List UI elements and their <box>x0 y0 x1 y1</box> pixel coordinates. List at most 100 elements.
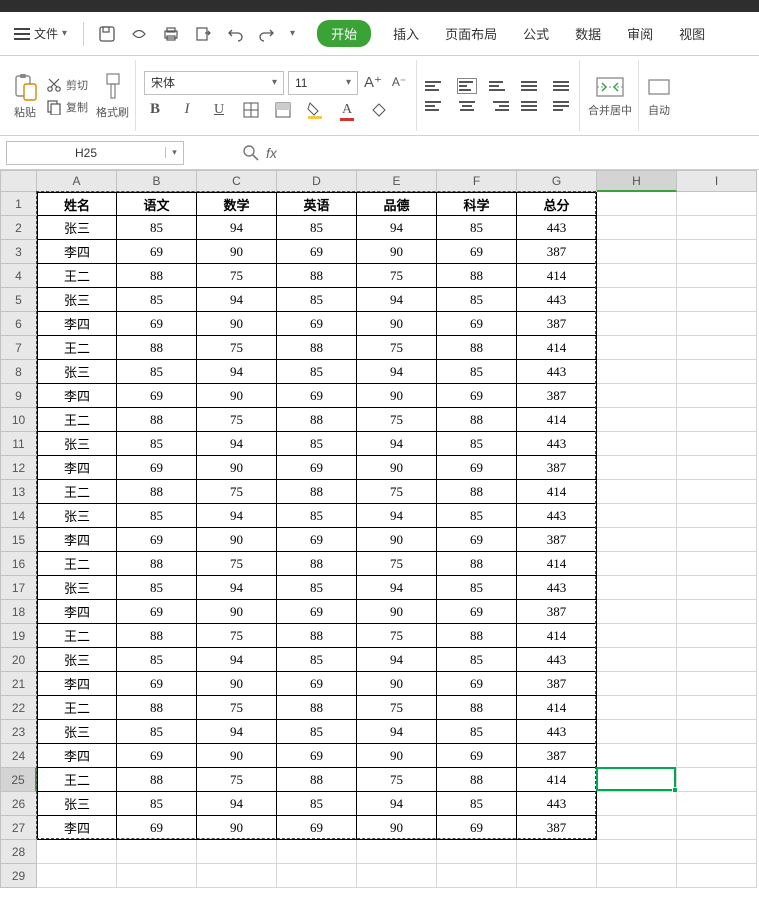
cell[interactable]: 英语 <box>277 192 357 216</box>
font-color-button[interactable]: A <box>336 99 358 121</box>
cell[interactable]: 414 <box>517 480 597 504</box>
ribbon-tab-5[interactable]: 审阅 <box>623 20 657 47</box>
cell[interactable]: 94 <box>357 216 437 240</box>
column-header-F[interactable]: F <box>437 170 517 192</box>
cell[interactable] <box>677 288 757 312</box>
ribbon-tab-2[interactable]: 页面布局 <box>441 20 501 47</box>
cell[interactable] <box>117 840 197 864</box>
cell[interactable]: 90 <box>357 744 437 768</box>
cell[interactable] <box>677 864 757 888</box>
row-header-9[interactable]: 9 <box>0 384 37 408</box>
cell[interactable]: 85 <box>277 216 357 240</box>
column-header-H[interactable]: H <box>597 170 677 192</box>
cell[interactable]: 69 <box>117 456 197 480</box>
cell[interactable]: 88 <box>117 624 197 648</box>
cell[interactable] <box>597 456 677 480</box>
cell[interactable]: 88 <box>437 264 517 288</box>
cell[interactable] <box>677 720 757 744</box>
cell[interactable]: 85 <box>437 576 517 600</box>
cell[interactable]: 94 <box>357 576 437 600</box>
cell[interactable]: 88 <box>437 336 517 360</box>
cell[interactable] <box>597 504 677 528</box>
cell[interactable]: 语文 <box>117 192 197 216</box>
row-header-29[interactable]: 29 <box>0 864 37 888</box>
cell[interactable]: 90 <box>197 456 277 480</box>
cell[interactable]: 90 <box>357 600 437 624</box>
fx-label[interactable]: fx <box>266 145 277 161</box>
row-header-8[interactable]: 8 <box>0 360 37 384</box>
cell[interactable]: 414 <box>517 264 597 288</box>
cell[interactable]: 88 <box>117 264 197 288</box>
cell[interactable]: 69 <box>277 312 357 336</box>
cell[interactable]: 张三 <box>37 648 117 672</box>
cell[interactable]: 69 <box>277 816 357 840</box>
cell[interactable]: 414 <box>517 696 597 720</box>
cell[interactable]: 69 <box>277 744 357 768</box>
cell[interactable] <box>597 696 677 720</box>
cell[interactable]: 王二 <box>37 624 117 648</box>
cell[interactable]: 88 <box>117 696 197 720</box>
cell[interactable]: 85 <box>437 432 517 456</box>
cell[interactable]: 75 <box>357 408 437 432</box>
cell[interactable]: 69 <box>117 312 197 336</box>
cell[interactable]: 387 <box>517 672 597 696</box>
cell[interactable]: 94 <box>197 360 277 384</box>
cell[interactable]: 75 <box>357 336 437 360</box>
cell[interactable]: 414 <box>517 624 597 648</box>
align-top-icon[interactable] <box>425 78 445 94</box>
cell[interactable]: 张三 <box>37 288 117 312</box>
cell[interactable]: 88 <box>437 696 517 720</box>
cell[interactable] <box>597 216 677 240</box>
row-header-19[interactable]: 19 <box>0 624 37 648</box>
cell[interactable]: 张三 <box>37 792 117 816</box>
cell[interactable]: 张三 <box>37 720 117 744</box>
align-bottom-icon[interactable] <box>489 78 509 94</box>
cell[interactable]: 443 <box>517 432 597 456</box>
align-center-icon[interactable] <box>457 98 477 114</box>
cell[interactable]: 王二 <box>37 480 117 504</box>
cell[interactable]: 85 <box>277 288 357 312</box>
cell[interactable] <box>357 840 437 864</box>
row-header-7[interactable]: 7 <box>0 336 37 360</box>
cell[interactable]: 414 <box>517 408 597 432</box>
cell[interactable]: 94 <box>357 720 437 744</box>
cell[interactable]: 75 <box>197 480 277 504</box>
cell[interactable]: 85 <box>117 432 197 456</box>
print-icon[interactable] <box>162 25 180 43</box>
cell[interactable] <box>437 864 517 888</box>
row-header-24[interactable]: 24 <box>0 744 37 768</box>
cell[interactable] <box>597 816 677 840</box>
row-header-21[interactable]: 21 <box>0 672 37 696</box>
file-menu-button[interactable]: 文件 ▾ <box>6 21 75 46</box>
cell[interactable]: 443 <box>517 792 597 816</box>
cell[interactable]: 88 <box>117 768 197 792</box>
row-header-4[interactable]: 4 <box>0 264 37 288</box>
row-header-16[interactable]: 16 <box>0 552 37 576</box>
cell[interactable] <box>357 864 437 888</box>
cell[interactable]: 443 <box>517 216 597 240</box>
cell[interactable] <box>677 600 757 624</box>
select-all-corner[interactable] <box>0 170 37 192</box>
cell[interactable]: 75 <box>197 336 277 360</box>
cell[interactable] <box>677 840 757 864</box>
cell[interactable]: 85 <box>117 504 197 528</box>
cell[interactable]: 90 <box>357 312 437 336</box>
cell[interactable]: 王二 <box>37 768 117 792</box>
row-header-12[interactable]: 12 <box>0 456 37 480</box>
row-header-11[interactable]: 11 <box>0 432 37 456</box>
cell[interactable] <box>677 336 757 360</box>
redo-icon[interactable] <box>258 25 276 43</box>
cell[interactable]: 75 <box>357 624 437 648</box>
cell[interactable]: 85 <box>117 360 197 384</box>
cell[interactable] <box>437 840 517 864</box>
cell[interactable]: 王二 <box>37 336 117 360</box>
cell[interactable]: 90 <box>357 456 437 480</box>
cell[interactable] <box>597 600 677 624</box>
decrease-font-icon[interactable]: A⁻ <box>388 71 410 93</box>
cell[interactable]: 94 <box>357 504 437 528</box>
cell[interactable]: 75 <box>357 768 437 792</box>
export-icon[interactable] <box>194 25 212 43</box>
cell[interactable]: 75 <box>357 480 437 504</box>
row-header-3[interactable]: 3 <box>0 240 37 264</box>
cell[interactable] <box>597 432 677 456</box>
